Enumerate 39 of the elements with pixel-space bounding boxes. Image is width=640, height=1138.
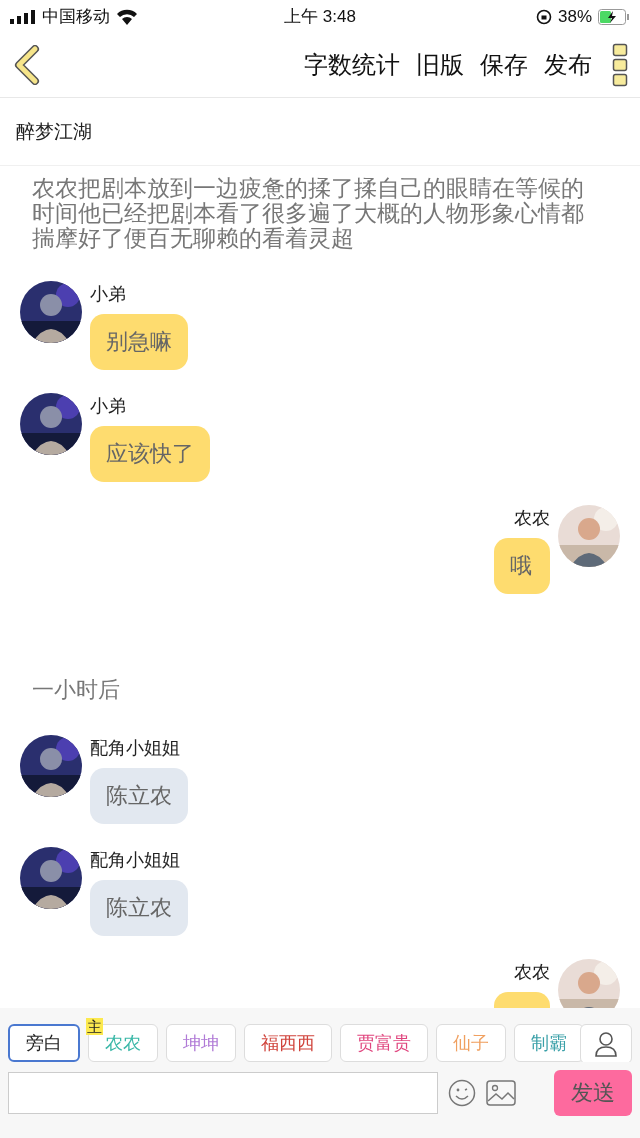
nav-action[interactable]: 发布 (544, 49, 592, 81)
message-bubble: 哦 (494, 538, 550, 594)
message-bubble: 陈立农 (90, 880, 188, 936)
speaker-name: 农农 (514, 961, 550, 983)
rotation-lock-icon (535, 8, 552, 25)
nav-action[interactable]: 保存 (480, 49, 528, 81)
speaker-name: 农农 (514, 507, 550, 529)
role-chip[interactable]: 坤坤 (166, 1024, 236, 1062)
user-icon (595, 1031, 617, 1057)
more-menu-icon[interactable] (612, 43, 628, 87)
battery-percent: 38% (557, 6, 592, 27)
signal-icon (10, 9, 36, 24)
role-chip[interactable]: 福西西 (244, 1024, 332, 1062)
send-button[interactable]: 发送 (554, 1070, 632, 1116)
message-bubble: 别急嘛 (90, 314, 188, 370)
user-button[interactable] (580, 1024, 632, 1062)
story-title: 醉梦江湖 (0, 98, 640, 166)
input-field[interactable] (8, 1072, 438, 1114)
wifi-icon (116, 8, 138, 25)
clock-time: 上午 3:48 (284, 6, 356, 28)
lead-badge: 主 (86, 1018, 103, 1035)
image-icon[interactable] (486, 1080, 516, 1106)
carrier-name: 中国移动 (42, 6, 110, 28)
nav-action[interactable]: 字数统计 (304, 49, 400, 81)
speaker-name: 小弟 (90, 283, 126, 305)
speaker-name: 小弟 (90, 395, 126, 417)
battery-icon (598, 8, 630, 25)
role-chip[interactable]: 制霸 (514, 1024, 584, 1062)
nav-action[interactable]: 旧版 (416, 49, 464, 81)
narration-text: 农农把剧本放到一边疲惫的揉了揉自己的眼睛在等候的时间他已经把剧本看了很多遍了大概的人物形象心情都揣摩好了便百无聊赖的看着灵超 (31, 176, 585, 251)
back-chevron-icon[interactable] (14, 45, 40, 85)
time-note: 一小时后 (31, 676, 121, 704)
message-bubble: 陈立农 (90, 768, 188, 824)
speaker-name: 配角小姐姐 (90, 849, 180, 871)
speaker-name: 配角小姐姐 (90, 737, 180, 759)
role-chip[interactable]: 旁白 (8, 1024, 80, 1062)
message-bubble: 应该快了 (90, 426, 210, 482)
role-chip[interactable]: 贾富贵 (340, 1024, 428, 1062)
smiley-icon[interactable] (448, 1079, 476, 1107)
